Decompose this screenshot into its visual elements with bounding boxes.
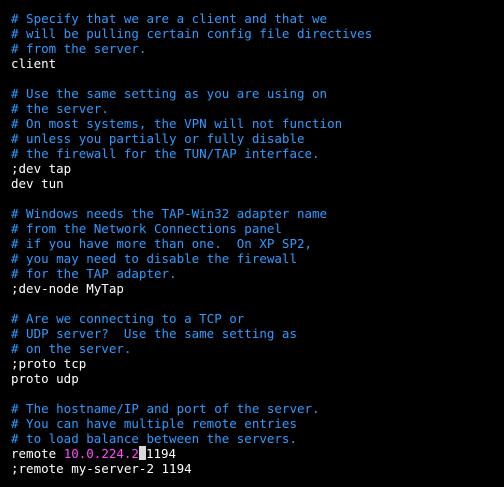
config-line: proto udp bbox=[11, 371, 79, 386]
config-line: # Use the same setting as you are using … bbox=[11, 86, 328, 101]
config-line: # on the server. bbox=[11, 341, 132, 356]
terminal-window[interactable]: # Specify that we are a client and that … bbox=[0, 0, 504, 487]
config-line: ;proto tcp bbox=[11, 356, 87, 371]
config-line: # to load balance between the servers. bbox=[11, 431, 297, 446]
config-line: # for the TAP adapter. bbox=[11, 266, 177, 281]
config-line: # the firewall for the TUN/TAP interface… bbox=[11, 146, 320, 161]
config-line: # UDP server? Use the same setting as bbox=[11, 326, 297, 341]
remote-ip-address: 10.0.224.2 bbox=[63, 446, 139, 461]
config-line: ;remote my-server-2 1194 bbox=[11, 461, 192, 476]
config-line: # you may need to disable the firewall bbox=[11, 251, 297, 266]
config-line: # unless you partially or fully disable bbox=[11, 131, 305, 146]
remote-keyword: remote bbox=[11, 446, 64, 461]
config-line: ;dev tap bbox=[11, 161, 72, 176]
config-line: # from the Network Connections panel bbox=[11, 221, 282, 236]
config-line: # will be pulling certain config file di… bbox=[11, 26, 373, 41]
config-line: # On most systems, the VPN will not func… bbox=[11, 116, 343, 131]
config-line: # from the server. bbox=[11, 41, 147, 56]
text-cursor bbox=[138, 446, 146, 460]
config-line: # Specify that we are a client and that … bbox=[11, 11, 328, 26]
config-line: # Windows needs the TAP-Win32 adapter na… bbox=[11, 206, 328, 221]
remote-port: 1194 bbox=[145, 446, 177, 461]
config-line: # Are we connecting to a TCP or bbox=[11, 311, 245, 326]
bottom-edge bbox=[0, 478, 504, 487]
config-line: # the server. bbox=[11, 101, 109, 116]
config-line: # if you have more than one. On XP SP2, bbox=[11, 236, 313, 251]
config-line: client bbox=[11, 56, 57, 71]
remote-line: remote 10.0.224.2 1194 bbox=[11, 446, 372, 461]
config-line: ;dev-node MyTap bbox=[11, 281, 124, 296]
config-editor[interactable]: # Specify that we are a client and that … bbox=[11, 11, 372, 476]
config-line: # The hostname/IP and port of the server… bbox=[11, 401, 320, 416]
config-line: # You can have multiple remote entries bbox=[11, 416, 297, 431]
config-line: dev tun bbox=[11, 176, 64, 191]
